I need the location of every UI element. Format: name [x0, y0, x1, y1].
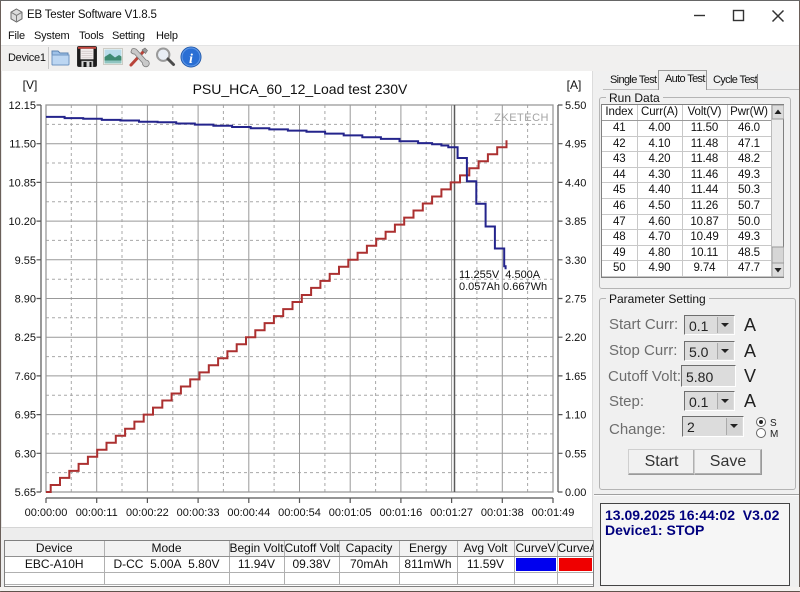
- svg-text:11.50: 11.50: [9, 139, 36, 151]
- svg-text:5.50: 5.50: [565, 100, 586, 112]
- svg-text:00:01:27: 00:01:27: [430, 507, 473, 519]
- svg-text:0.00: 0.00: [565, 487, 586, 499]
- svg-text:4.40: 4.40: [565, 177, 586, 189]
- svg-text:i: i: [189, 52, 193, 67]
- svg-text:7.60: 7.60: [15, 371, 36, 383]
- svg-text:1.65: 1.65: [565, 371, 586, 383]
- svg-text:00:00:22: 00:00:22: [126, 507, 169, 519]
- svg-text:[A]: [A]: [567, 78, 582, 92]
- svg-text:00:01:05: 00:01:05: [329, 507, 372, 519]
- svg-text:8.90: 8.90: [15, 294, 36, 306]
- svg-text:9.55: 9.55: [15, 255, 36, 267]
- svg-text:00:00:00: 00:00:00: [25, 507, 68, 519]
- svg-text:2.75: 2.75: [565, 294, 586, 306]
- svg-text:10.85: 10.85: [8, 177, 36, 189]
- svg-text:S: S: [770, 418, 777, 429]
- svg-text:[V]: [V]: [23, 78, 38, 92]
- svg-text:00:00:33: 00:00:33: [177, 507, 220, 519]
- svg-text:6.30: 6.30: [15, 448, 36, 460]
- svg-text:6.95: 6.95: [15, 410, 36, 422]
- svg-text:00:00:44: 00:00:44: [227, 507, 270, 519]
- svg-text:4.95: 4.95: [565, 139, 586, 151]
- svg-text:2.20: 2.20: [565, 332, 586, 344]
- svg-text:3.85: 3.85: [565, 216, 586, 228]
- svg-text:3.30: 3.30: [565, 255, 586, 267]
- svg-text:00:01:38: 00:01:38: [481, 507, 524, 519]
- svg-text:00:00:54: 00:00:54: [278, 507, 321, 519]
- svg-text:ZKETECH: ZKETECH: [494, 112, 549, 124]
- svg-text:8.25: 8.25: [15, 332, 36, 344]
- svg-text:12.15: 12.15: [8, 100, 36, 112]
- svg-text:00:00:11: 00:00:11: [76, 507, 118, 519]
- svg-text:00:01:49: 00:01:49: [532, 507, 575, 519]
- svg-text:PSU_HCA_60_12_Load test 230V: PSU_HCA_60_12_Load test 230V: [193, 81, 408, 97]
- svg-text:M: M: [770, 429, 778, 439]
- svg-text:00:01:16: 00:01:16: [379, 507, 422, 519]
- svg-text:0.55: 0.55: [565, 448, 586, 460]
- svg-text:5.65: 5.65: [15, 487, 36, 499]
- svg-text:1.10: 1.10: [565, 410, 586, 422]
- svg-text:11.255V 4.500A: 11.255V 4.500A: [459, 269, 541, 281]
- svg-text:10.20: 10.20: [8, 216, 36, 228]
- svg-text:0.057Ah 0.667Wh: 0.057Ah 0.667Wh: [459, 281, 547, 293]
